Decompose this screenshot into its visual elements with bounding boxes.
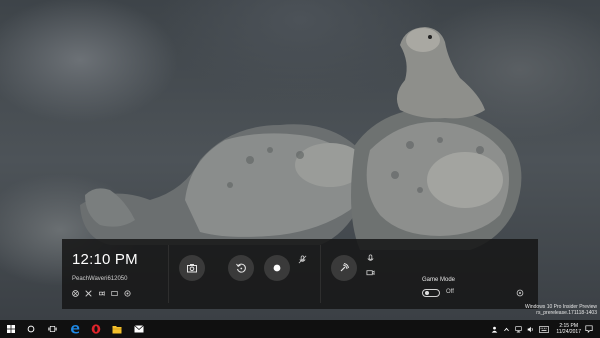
- volume-icon[interactable]: [527, 320, 535, 338]
- file-explorer-icon[interactable]: [108, 320, 126, 338]
- xbox-icon[interactable]: [72, 290, 79, 297]
- taskbar-clock[interactable]: 2:15 PM 11/24/2017: [556, 323, 581, 335]
- mail-icon[interactable]: [130, 320, 148, 338]
- game-mode-state: Off: [446, 289, 454, 295]
- opera-browser-icon[interactable]: [87, 320, 105, 338]
- broadcast-button[interactable]: [331, 255, 357, 281]
- screenshot-button[interactable]: [179, 255, 205, 281]
- person-icon[interactable]: [491, 320, 499, 338]
- record-that-button[interactable]: [228, 255, 254, 281]
- microphone-icon[interactable]: [366, 254, 375, 263]
- system-tray: 2:15 PM 11/24/2017: [489, 320, 600, 338]
- taskbar: 2:15 PM 11/24/2017: [0, 320, 600, 338]
- game-bar: 12:10 PM PeachWaveri612050 Game Mode Off: [62, 239, 538, 309]
- game-bar-divider: [320, 245, 321, 303]
- mixer-icon[interactable]: [85, 290, 92, 297]
- chevron-up-icon[interactable]: [503, 320, 511, 338]
- watermark-build: rs_prerelease.171118-1403: [536, 310, 597, 316]
- rewind-icon: [236, 263, 246, 273]
- build-watermark: Windows 10 Pro Insider Preview rs_prerel…: [525, 304, 597, 316]
- game-bar-divider: [168, 245, 169, 303]
- camera-icon: [187, 264, 197, 273]
- game-bar-bottom-icons: [72, 290, 131, 297]
- record-dot-icon: [273, 264, 281, 272]
- camera-toggle-icon[interactable]: [366, 268, 375, 277]
- keyboard-icon[interactable]: [539, 320, 550, 338]
- action-center-icon[interactable]: [585, 320, 597, 338]
- edge-browser-icon[interactable]: [66, 320, 84, 338]
- cortana-circle-icon[interactable]: [22, 320, 40, 338]
- settings-circle-icon[interactable]: [124, 290, 131, 297]
- task-view-icon[interactable]: [43, 320, 61, 338]
- windows-start-icon[interactable]: [2, 320, 20, 338]
- clock-date: 11/24/2017: [556, 329, 581, 335]
- broadcast-signal-icon: [340, 263, 349, 272]
- network-icon[interactable]: [515, 320, 523, 338]
- game-bar-clock: 12:10 PM: [72, 251, 138, 268]
- toggle-knob: [425, 291, 429, 295]
- microphone-toggle-icon[interactable]: [298, 255, 307, 264]
- screen-icon[interactable]: [111, 290, 118, 297]
- broadcast-icon[interactable]: [98, 290, 105, 297]
- gamertag: PeachWaveri612050: [72, 276, 128, 282]
- game-mode-label: Game Mode: [422, 277, 456, 283]
- gear-icon[interactable]: [516, 289, 524, 297]
- start-recording-button[interactable]: [264, 255, 290, 281]
- game-mode-toggle[interactable]: [422, 289, 440, 297]
